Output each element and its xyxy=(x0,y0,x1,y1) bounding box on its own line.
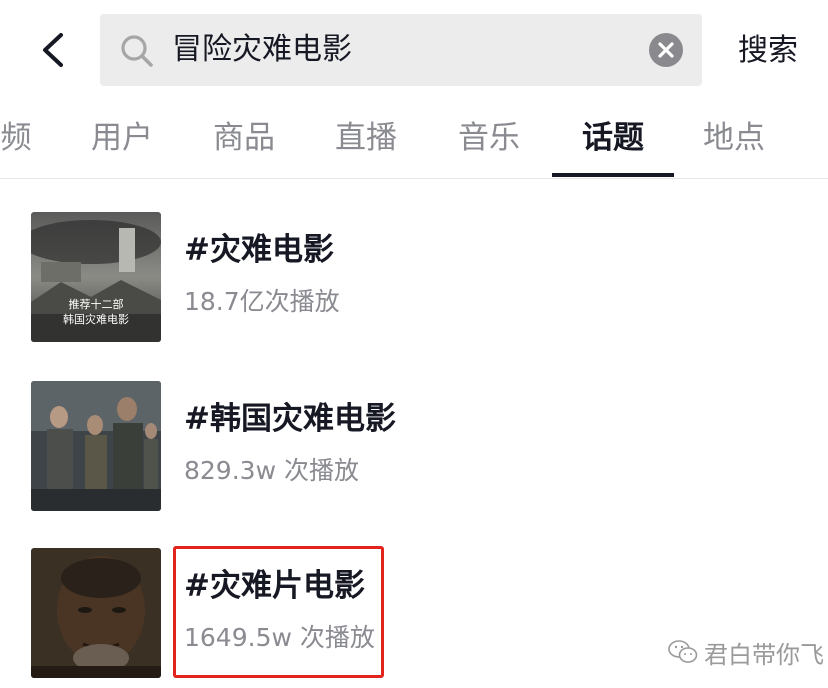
tab-products[interactable]: 商品 xyxy=(204,100,284,176)
clear-search-button[interactable] xyxy=(649,33,683,67)
topic-title: #韩国灾难电影 xyxy=(184,401,396,437)
topic-play-count: 18.7亿次播放 xyxy=(184,287,340,316)
back-button[interactable] xyxy=(24,20,80,80)
tab-users[interactable]: 用户 xyxy=(82,100,162,176)
topic-play-count: 829.3w 次播放 xyxy=(184,456,359,485)
topic-thumbnail: 推荐十二部 韩国灾难电影 xyxy=(31,212,161,342)
active-tab-indicator xyxy=(552,173,674,177)
watermark: 君白带你飞 xyxy=(668,632,828,672)
search-icon xyxy=(121,35,153,67)
search-box[interactable]: 冒险灾难电影 xyxy=(100,14,702,86)
topic-title: #灾难片电影 xyxy=(184,568,365,604)
topic-result[interactable]: 推荐十二部 韩国灾难电影 #灾难电影 18.7亿次播放 xyxy=(0,212,828,346)
thumb-caption-line-2: 韩国灾难电影 xyxy=(63,312,129,326)
tab-music[interactable]: 音乐 xyxy=(449,100,529,176)
topic-result[interactable]: #韩国灾难电影 829.3w 次播放 xyxy=(0,381,828,515)
tab-live[interactable]: 直播 xyxy=(326,100,406,176)
topic-title: #灾难电影 xyxy=(184,232,334,268)
close-icon xyxy=(658,42,674,58)
thumb-caption-line-1: 推荐十二部 xyxy=(69,297,124,311)
topic-thumbnail xyxy=(31,548,161,678)
wechat-icon xyxy=(668,640,698,663)
watermark-text: 君白带你飞 xyxy=(704,640,824,669)
chevron-left-icon xyxy=(43,33,63,67)
tab-videos[interactable]: 频 xyxy=(0,100,36,176)
search-header: 冒险灾难电影 搜索 xyxy=(0,0,828,100)
search-button[interactable]: 搜索 xyxy=(728,26,808,76)
topic-play-count: 1649.5w 次播放 xyxy=(184,623,375,652)
search-input[interactable]: 冒险灾难电影 xyxy=(172,28,632,72)
tab-topics[interactable]: 话题 xyxy=(572,100,654,176)
topic-thumbnail xyxy=(31,381,161,511)
tab-places[interactable]: 地点 xyxy=(694,100,774,176)
search-tabs: 频 用户 商品 直播 音乐 话题 地点 xyxy=(0,100,828,179)
